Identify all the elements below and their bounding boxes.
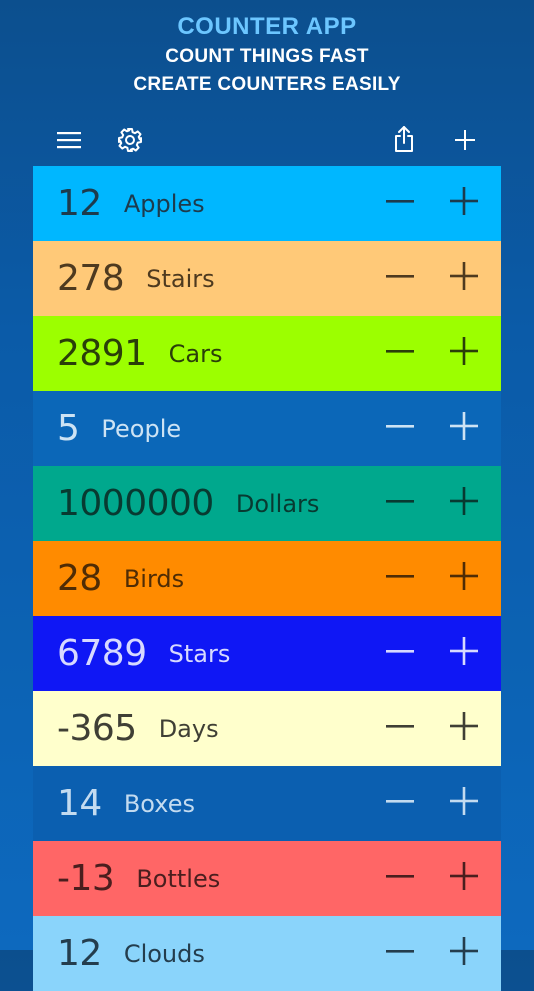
- tagline-create-counters: CREATE COUNTERS EASILY: [133, 74, 401, 95]
- decrement-button[interactable]: [380, 333, 420, 373]
- counter-label: Dollars: [235, 489, 320, 518]
- plus-icon: [450, 487, 478, 519]
- app-title: COUNTER APP: [177, 13, 357, 40]
- increment-button[interactable]: [444, 183, 484, 223]
- counter-value: 5: [57, 407, 80, 449]
- minus-icon: [386, 262, 414, 294]
- counter-value: 12: [57, 182, 102, 224]
- plus-icon: [450, 562, 478, 594]
- counter-value: -13: [57, 857, 115, 899]
- menu-icon: [57, 130, 81, 150]
- decrement-button[interactable]: [380, 783, 420, 823]
- share-button[interactable]: [387, 122, 421, 156]
- counter-row[interactable]: 28 Birds: [33, 541, 501, 616]
- minus-icon: [386, 637, 414, 669]
- increment-button[interactable]: [444, 633, 484, 673]
- decrement-button[interactable]: [380, 558, 420, 598]
- decrement-button[interactable]: [380, 258, 420, 298]
- increment-button[interactable]: [444, 483, 484, 523]
- decrement-button[interactable]: [380, 708, 420, 748]
- counter-label: Birds: [123, 564, 185, 593]
- plus-icon: [450, 637, 478, 669]
- counter-value: 28: [57, 557, 102, 599]
- decrement-button[interactable]: [380, 183, 420, 223]
- minus-icon: [386, 562, 414, 594]
- minus-icon: [386, 712, 414, 744]
- plus-icon: [450, 262, 478, 294]
- minus-icon: [386, 487, 414, 519]
- plus-icon: [450, 712, 478, 744]
- decrement-button[interactable]: [380, 633, 420, 673]
- increment-button[interactable]: [444, 858, 484, 898]
- increment-button[interactable]: [444, 783, 484, 823]
- counter-list: 12 Apples 278 Stairs 2891 Cars 5 People 1000000 D…: [33, 166, 501, 991]
- increment-button[interactable]: [444, 333, 484, 373]
- settings-button[interactable]: [113, 123, 147, 157]
- counter-label: Stars: [168, 639, 231, 668]
- decrement-button[interactable]: [380, 483, 420, 523]
- plus-icon: [450, 337, 478, 369]
- counter-value: 1000000: [57, 482, 214, 524]
- counter-row[interactable]: 12 Clouds: [33, 916, 501, 991]
- add-counter-button[interactable]: [448, 123, 482, 157]
- counter-value: 2891: [57, 332, 147, 374]
- counter-label: Bottles: [136, 864, 221, 893]
- increment-button[interactable]: [444, 258, 484, 298]
- plus-icon: [450, 187, 478, 219]
- counter-label: Boxes: [123, 789, 195, 818]
- counter-value: 278: [57, 257, 125, 299]
- counter-label: Stairs: [146, 264, 215, 293]
- counter-label: People: [101, 414, 182, 443]
- minus-icon: [386, 787, 414, 819]
- share-icon: [392, 125, 416, 153]
- counter-row[interactable]: -365 Days: [33, 691, 501, 766]
- plus-icon: [450, 412, 478, 444]
- minus-icon: [386, 937, 414, 969]
- counter-row[interactable]: 1000000 Dollars: [33, 466, 501, 541]
- decrement-button[interactable]: [380, 858, 420, 898]
- menu-button[interactable]: [52, 123, 86, 157]
- minus-icon: [386, 187, 414, 219]
- counter-row[interactable]: 6789 Stars: [33, 616, 501, 691]
- tagline-count-fast: COUNT THINGS FAST: [165, 46, 369, 67]
- increment-button[interactable]: [444, 708, 484, 748]
- counter-row[interactable]: 278 Stairs: [33, 241, 501, 316]
- increment-button[interactable]: [444, 408, 484, 448]
- counter-label: Cars: [168, 339, 223, 368]
- counter-row[interactable]: -13 Bottles: [33, 841, 501, 916]
- counter-label: Clouds: [123, 939, 205, 968]
- counter-row[interactable]: 2891 Cars: [33, 316, 501, 391]
- plus-icon: [455, 130, 475, 150]
- decrement-button[interactable]: [380, 408, 420, 448]
- counter-value: -365: [57, 707, 137, 749]
- counter-row[interactable]: 5 People: [33, 391, 501, 466]
- minus-icon: [386, 412, 414, 444]
- counter-label: Apples: [123, 189, 205, 218]
- increment-button[interactable]: [444, 933, 484, 973]
- counter-row[interactable]: 12 Apples: [33, 166, 501, 241]
- counter-label: Days: [158, 714, 219, 743]
- plus-icon: [450, 937, 478, 969]
- minus-icon: [386, 862, 414, 894]
- plus-icon: [450, 787, 478, 819]
- counter-value: 6789: [57, 632, 147, 674]
- counter-value: 14: [57, 782, 102, 824]
- gear-icon: [116, 126, 144, 154]
- minus-icon: [386, 337, 414, 369]
- counter-value: 12: [57, 932, 102, 974]
- increment-button[interactable]: [444, 558, 484, 598]
- plus-icon: [450, 862, 478, 894]
- decrement-button[interactable]: [380, 933, 420, 973]
- counter-row[interactable]: 14 Boxes: [33, 766, 501, 841]
